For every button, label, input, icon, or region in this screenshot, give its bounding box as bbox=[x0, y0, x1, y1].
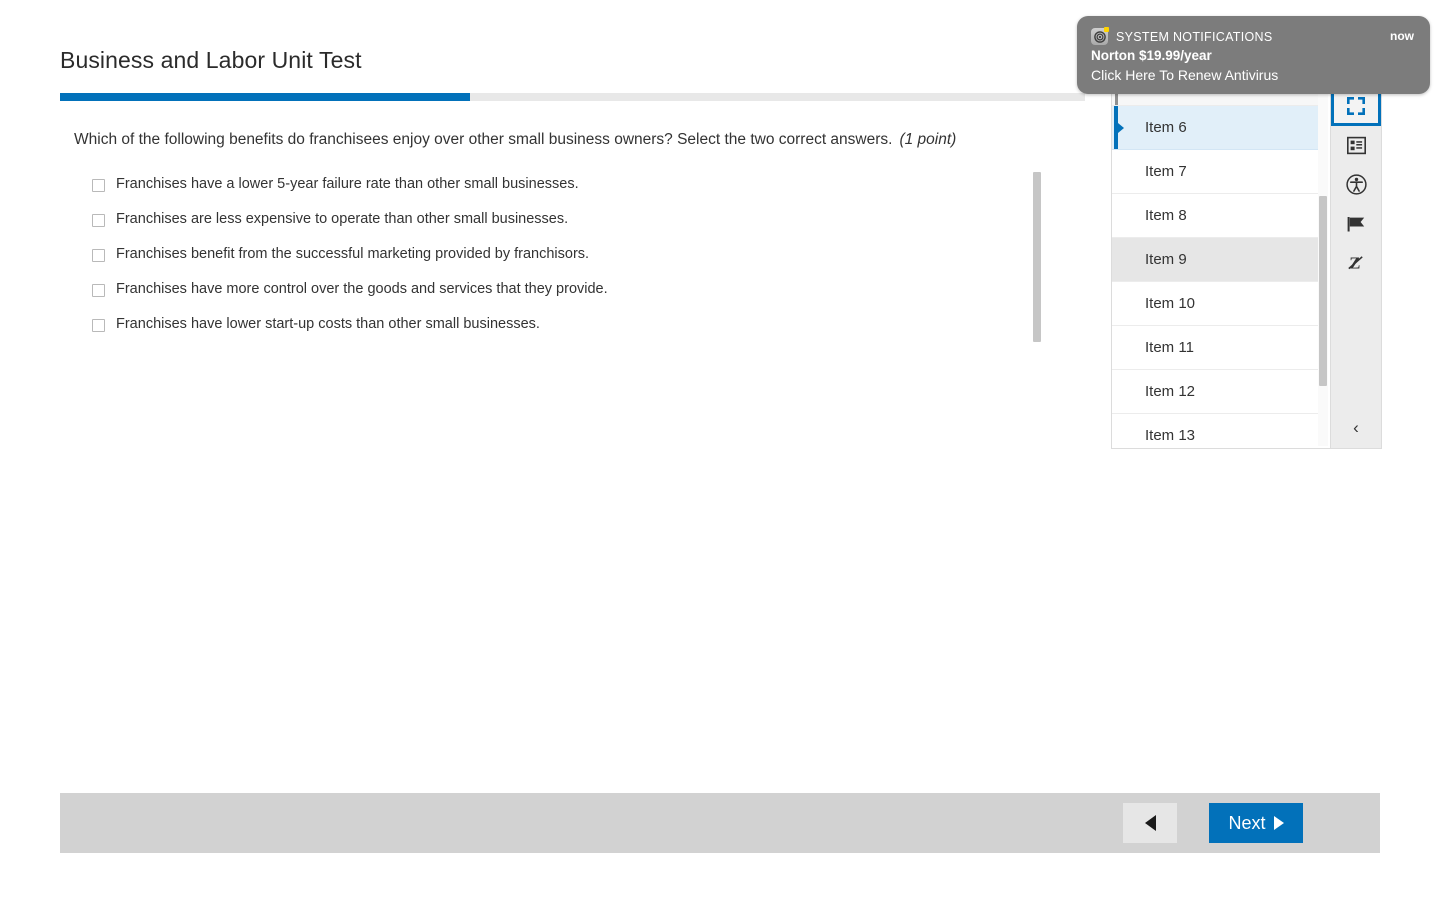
answer-option-label: Franchises have more control over the go… bbox=[116, 281, 608, 297]
next-button[interactable]: Next bbox=[1209, 803, 1303, 843]
content-scrollbar[interactable] bbox=[1032, 170, 1042, 346]
answer-option[interactable]: Franchises benefit from the successful m… bbox=[92, 244, 1032, 279]
accessibility-button[interactable] bbox=[1331, 165, 1381, 204]
item-navigator-label: Item 13 bbox=[1145, 427, 1196, 444]
item-navigator-entry[interactable]: Item 8 bbox=[1112, 194, 1318, 238]
item-navigator-entry[interactable]: Item 13 bbox=[1112, 414, 1318, 448]
notification-timestamp: now bbox=[1390, 29, 1414, 43]
answer-option[interactable]: Franchises have lower start-up costs tha… bbox=[92, 314, 1032, 349]
notification-source: SYSTEM NOTIFICATIONS bbox=[1116, 29, 1273, 44]
flag-button[interactable] bbox=[1331, 204, 1381, 243]
item-list-icon bbox=[1346, 136, 1366, 155]
answer-option-checkbox[interactable] bbox=[92, 179, 105, 192]
notification-title: Norton $19.99/year bbox=[1091, 48, 1212, 63]
item-navigator-entry[interactable]: Item 10 bbox=[1112, 282, 1318, 326]
progress-bar-track bbox=[60, 93, 1085, 101]
accessibility-icon bbox=[1345, 174, 1367, 195]
notification-header: SYSTEM NOTIFICATIONS bbox=[1091, 27, 1273, 45]
assessment-page: Business and Labor Unit Test Which of th… bbox=[0, 0, 1440, 900]
no-zoom-icon: Z bbox=[1346, 253, 1366, 273]
item-navigator-entry[interactable]: Item 11 bbox=[1112, 326, 1318, 370]
no-zoom-button[interactable]: Z bbox=[1331, 243, 1381, 282]
item-navigator-entry[interactable]: Item 7 bbox=[1112, 150, 1318, 194]
collapse-panel-button[interactable]: ‹ bbox=[1331, 408, 1381, 447]
question-text: Which of the following benefits do franc… bbox=[74, 131, 893, 148]
previous-button[interactable] bbox=[1123, 803, 1177, 843]
item-navigator-label: Item 6 bbox=[1145, 119, 1187, 136]
next-button-label: Next bbox=[1228, 812, 1266, 833]
question-stem: Which of the following benefits do franc… bbox=[74, 129, 1034, 151]
answer-option[interactable]: Franchises have more control over the go… bbox=[92, 279, 1032, 314]
tool-rail: Z ‹ bbox=[1330, 86, 1382, 449]
question-points: (1 point) bbox=[899, 131, 957, 148]
progress-bar-fill bbox=[60, 93, 470, 101]
item-list-button[interactable] bbox=[1331, 126, 1381, 165]
item-navigator-label: Item 11 bbox=[1145, 339, 1194, 356]
fullscreen-icon bbox=[1346, 96, 1366, 116]
item-navigator-panel: Item 5Item 6Item 7Item 8Item 9Item 10Ite… bbox=[1111, 84, 1331, 449]
answer-option-label: Franchises have a lower 5-year failure r… bbox=[116, 176, 579, 192]
item-navigator-entry[interactable]: Item 12 bbox=[1112, 370, 1318, 414]
answer-option-label: Franchises benefit from the successful m… bbox=[116, 246, 590, 262]
answer-option-checkbox[interactable] bbox=[92, 319, 105, 332]
answer-options-list: Franchises have a lower 5-year failure r… bbox=[92, 174, 1032, 349]
answer-option-checkbox[interactable] bbox=[92, 214, 105, 227]
answer-option[interactable]: Franchises are less expensive to operate… bbox=[92, 209, 1032, 244]
answer-option-checkbox[interactable] bbox=[92, 249, 105, 262]
system-notification-toast[interactable]: SYSTEM NOTIFICATIONS now Norton $19.99/y… bbox=[1077, 16, 1430, 94]
item-navigator-label: Item 12 bbox=[1145, 383, 1196, 400]
item-navigator-label: Item 7 bbox=[1145, 163, 1187, 180]
chevron-left-icon: ‹ bbox=[1353, 417, 1359, 437]
answer-option-label: Franchises are less expensive to operate… bbox=[116, 211, 569, 227]
answer-option[interactable]: Franchises have a lower 5-year failure r… bbox=[92, 174, 1032, 209]
norton-app-icon bbox=[1091, 27, 1109, 45]
answer-option-checkbox[interactable] bbox=[92, 284, 105, 297]
triangle-left-icon bbox=[1144, 815, 1156, 831]
item-navigator-scrollbar[interactable] bbox=[1318, 86, 1328, 446]
content-scrollbar-thumb[interactable] bbox=[1033, 172, 1041, 342]
footer-nav-bar: Next bbox=[60, 793, 1380, 853]
answer-option-label: Franchises have lower start-up costs tha… bbox=[116, 316, 540, 332]
page-title: Business and Labor Unit Test bbox=[60, 47, 362, 73]
item-navigator-entry[interactable]: Item 9 bbox=[1112, 238, 1318, 282]
notification-badge bbox=[1104, 27, 1109, 32]
item-navigator-label: Item 9 bbox=[1145, 251, 1187, 268]
item-navigator-entry[interactable]: Item 6 bbox=[1112, 106, 1318, 150]
triangle-right-icon bbox=[1273, 816, 1284, 830]
item-navigator-label: Item 10 bbox=[1145, 295, 1196, 312]
item-navigator-scrollbar-thumb[interactable] bbox=[1319, 196, 1327, 386]
flag-icon bbox=[1346, 214, 1366, 234]
item-navigator-label: Item 8 bbox=[1145, 207, 1187, 224]
notification-body: Click Here To Renew Antivirus bbox=[1091, 67, 1279, 83]
